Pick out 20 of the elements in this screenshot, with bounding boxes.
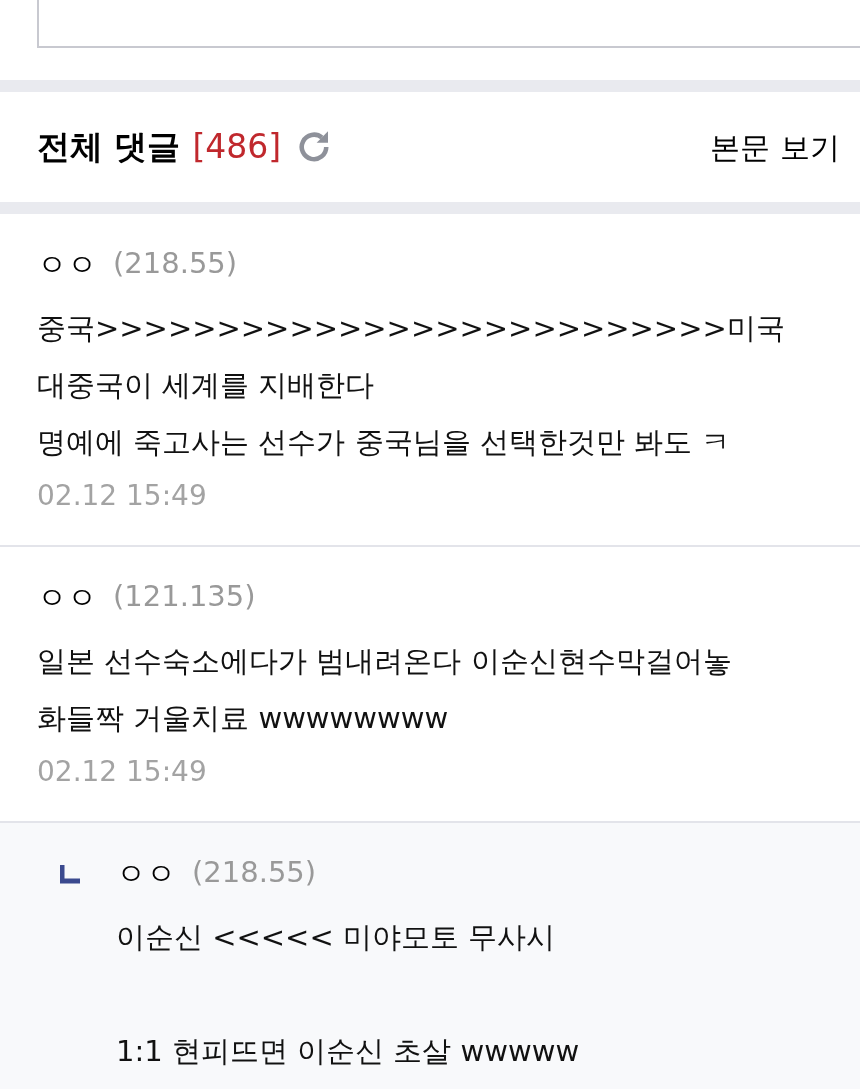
ip-address: (121.135) <box>113 578 256 616</box>
comment-text: 화들짝 거울치료 wwwwwwww <box>37 700 450 737</box>
reply-indicator-icon <box>60 865 80 885</box>
author-name: ㅇㅇ <box>37 578 97 617</box>
timestamp: 02.12 15:49 <box>37 478 208 514</box>
comment-text: 1:1 현피뜨면 이순신 초살 wwwww <box>116 1033 580 1070</box>
comment-text: 대중국이 세계를 지배한다 <box>37 367 376 404</box>
ip-address: (218.55) <box>192 854 317 892</box>
comments-title: 전체 댓글 <box>37 126 181 169</box>
comment-text: 일본 선수숙소에다가 범내려온다 이순신현수막걸어놓 <box>37 643 733 680</box>
comment-text: 이순신 <<<<< 미야모토 무사시 <box>116 919 557 956</box>
comment-count: [486] <box>192 126 282 169</box>
comment-text: 중국>>>>>>>>>>>>>>>>>>>>>>>>>>미국 <box>37 310 786 347</box>
timestamp: 02.12 15:49 <box>37 754 208 790</box>
author-name: ㅇㅇ <box>37 245 97 284</box>
comment-text: 명예에 죽고사는 선수가 중국님을 선택한것만 봐도 ㅋ <box>37 424 732 461</box>
author-name: ㅇㅇ <box>116 854 176 893</box>
list-button[interactable] <box>37 0 860 48</box>
ip-address: (218.55) <box>113 245 238 283</box>
view-post-link[interactable]: 본문 보기 <box>710 124 840 170</box>
